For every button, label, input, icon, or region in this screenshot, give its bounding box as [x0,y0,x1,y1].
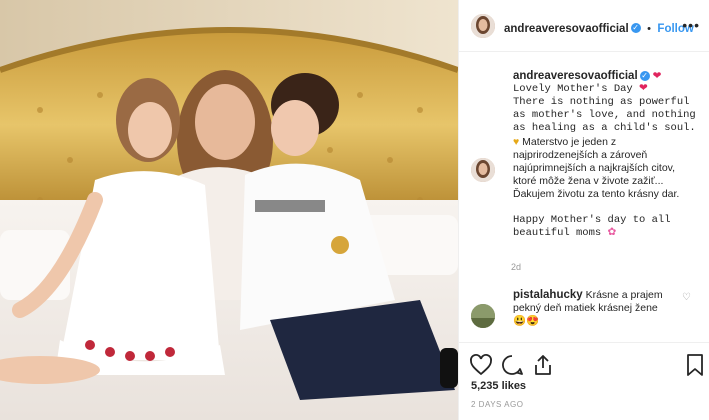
avatar-image [471,158,495,182]
heart-icon[interactable] [469,353,493,377]
comment-username[interactable]: pistalahucky [513,289,583,301]
author-avatar[interactable] [471,14,495,38]
caption-line-2: There is nothing as powerful as mother's… [513,96,696,134]
caption-line-4: Happy Mother's day to all beautiful moms… [513,214,671,239]
caption-username[interactable]: andreaveresovaofficial [513,70,638,82]
avatar-image [471,14,495,38]
share-icon[interactable] [531,353,555,377]
post-date: 2 DAYS AGO [471,400,524,409]
post-caption: andreaveresovaofficial ✓ ❤ Lovely Mother'… [513,70,701,240]
more-icon[interactable]: ••• [682,17,700,33]
commenter-avatar[interactable] [471,304,495,328]
caption-avatar[interactable] [471,158,495,182]
caption-line-3: ♥ Materstvo je jeden z najprirodzenejšíc… [513,136,680,200]
post-photo[interactable] [0,0,458,420]
comment: pistalahucky Krásne a prajem pekný deň m… [513,289,683,328]
heart-emoji: ❤ [652,70,662,82]
author-username[interactable]: andreaveresovaofficial [504,23,629,35]
post-side-panel: andreaveresovaofficial ✓ • Follow ••• and… [458,0,709,420]
avatar-image [471,304,495,328]
comment-emoji: 😃😍 [513,315,540,327]
caption-line-1: Lovely Mother's Day ❤ [513,83,648,95]
post-actions: 5,235 likes 2 DAYS AGO [459,342,709,420]
post-header: andreaveresovaofficial ✓ • Follow ••• [459,0,709,52]
separator-dot: • [647,23,651,35]
photo-illustration [0,0,458,420]
comment-icon[interactable] [500,353,524,377]
bookmark-icon[interactable] [683,353,707,377]
verified-icon: ✓ [630,22,641,33]
likes-count[interactable]: 5,235 likes [471,380,526,392]
verified-icon: ✓ [639,71,650,82]
comment-like-icon[interactable]: ♡ [682,292,691,303]
caption-age: 2d [511,262,522,272]
